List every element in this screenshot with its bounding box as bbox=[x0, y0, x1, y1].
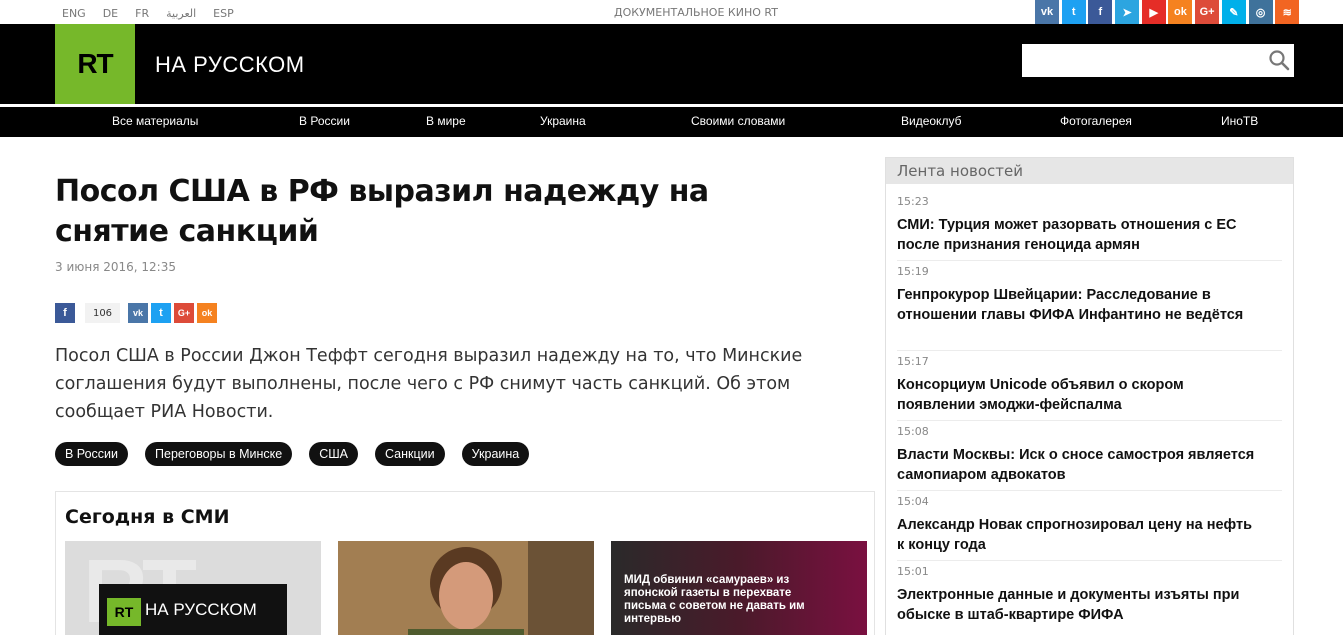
media-card-2[interactable] bbox=[338, 541, 594, 635]
nav-own-words[interactable]: Своими словами bbox=[691, 114, 785, 128]
news-feed-title: Лента новостей bbox=[897, 162, 1023, 180]
tag-russia[interactable]: В России bbox=[55, 442, 129, 466]
google-plus-icon[interactable]: G+ bbox=[1195, 0, 1220, 24]
article-title: Посол США в РФ выразил надежду на снятие… bbox=[55, 174, 709, 249]
share-count: 106 bbox=[85, 303, 120, 323]
documentary-link[interactable]: ДОКУМЕНТАЛЬНОЕ КИНО RT bbox=[614, 6, 778, 19]
search-input[interactable] bbox=[1022, 44, 1294, 77]
livejournal-icon[interactable]: ✎ bbox=[1221, 0, 1246, 24]
news-divider bbox=[897, 260, 1282, 261]
top-bar: ENG DE FR العربية ESP ДОКУМЕНТАЛЬНОЕ КИН… bbox=[0, 0, 1343, 24]
lang-esp[interactable]: ESP bbox=[213, 7, 234, 20]
lang-de[interactable]: DE bbox=[103, 7, 118, 20]
article-lead: Посол США в России Джон Теффт сегодня вы… bbox=[55, 346, 803, 422]
media-card-3-text: МИД обвинил «самураев» из японской газет… bbox=[624, 574, 805, 625]
nav-inotv[interactable]: ИноТВ bbox=[1221, 114, 1258, 128]
site-name[interactable]: НА РУССКОМ bbox=[155, 52, 305, 78]
twitter-icon[interactable]: t bbox=[1061, 0, 1086, 24]
lang-eng[interactable]: ENG bbox=[62, 7, 86, 20]
tag-list: В России Переговоры в Минске США Санкции… bbox=[55, 442, 546, 466]
telegram-icon[interactable]: ➤ bbox=[1115, 0, 1140, 24]
today-in-media-block: Сегодня в СМИ RT RT НА РУССКОМ МИД обвин… bbox=[55, 491, 875, 635]
lang-fr[interactable]: FR bbox=[135, 7, 149, 20]
facebook-icon[interactable]: f bbox=[1088, 0, 1113, 24]
tag-minsk-talks[interactable]: Переговоры в Минске bbox=[145, 442, 293, 466]
nav-videoclub[interactable]: Видеоклуб bbox=[901, 114, 961, 128]
news-time: 15:17 bbox=[897, 355, 929, 368]
news-divider bbox=[897, 420, 1282, 421]
lang-ar[interactable]: العربية bbox=[166, 7, 196, 20]
article-date: 3 июня 2016, 12:35 bbox=[55, 260, 176, 274]
search-icon[interactable] bbox=[1268, 49, 1290, 71]
facebook-share-icon[interactable]: f bbox=[55, 303, 75, 323]
news-time: 15:19 bbox=[897, 265, 929, 278]
instagram-icon[interactable]: ◎ bbox=[1248, 0, 1273, 24]
social-links: vk t f ➤ ▶ ok G+ ✎ ◎ ≋ bbox=[1035, 0, 1302, 24]
tag-ukraine[interactable]: Украина bbox=[461, 442, 530, 466]
news-divider bbox=[897, 490, 1282, 491]
logo-text: RT bbox=[77, 48, 113, 79]
news-time: 15:04 bbox=[897, 495, 929, 508]
nav-photogallery[interactable]: Фотогалерея bbox=[1060, 114, 1132, 128]
youtube-icon[interactable]: ▶ bbox=[1141, 0, 1166, 24]
rt-logo-small: RT bbox=[107, 598, 141, 626]
news-divider bbox=[897, 560, 1282, 561]
media-card-3[interactable]: МИД обвинил «самураев» из японской газет… bbox=[611, 541, 867, 635]
news-headline[interactable]: СМИ: Турция может разорвать отношения с … bbox=[897, 215, 1257, 255]
rt-logo[interactable]: RT bbox=[55, 24, 135, 104]
share-bar: f 106 vk t G+ ok bbox=[55, 302, 220, 324]
person-photo bbox=[338, 541, 594, 635]
news-feed-header: Лента новостей bbox=[886, 158, 1293, 184]
news-headline[interactable]: Генпрокурор Швейцарии: Расследование в о… bbox=[897, 285, 1257, 325]
main-nav: Все материалы В России В мире Украина Св… bbox=[0, 107, 1343, 137]
google-plus-share-icon[interactable]: G+ bbox=[174, 303, 194, 323]
tag-sanctions[interactable]: Санкции bbox=[375, 442, 445, 466]
news-time: 15:08 bbox=[897, 425, 929, 438]
vk-share-icon[interactable]: vk bbox=[128, 303, 148, 323]
nav-russia[interactable]: В России bbox=[299, 114, 350, 128]
news-time: 15:23 bbox=[897, 195, 929, 208]
language-switcher: ENG DE FR العربية ESP bbox=[62, 7, 251, 20]
news-headline[interactable]: Консорциум Unicode объявил о скором появ… bbox=[897, 375, 1257, 415]
odnoklassniki-icon[interactable]: ok bbox=[1168, 0, 1193, 24]
rss-icon[interactable]: ≋ bbox=[1275, 0, 1300, 24]
vk-icon[interactable]: vk bbox=[1035, 0, 1059, 24]
nav-world[interactable]: В мире bbox=[426, 114, 466, 128]
rt-placeholder-logo: RT НА РУССКОМ bbox=[99, 584, 287, 635]
media-card-1[interactable]: RT RT НА РУССКОМ bbox=[65, 541, 321, 635]
rt-name-small: НА РУССКОМ bbox=[145, 600, 257, 619]
twitter-share-icon[interactable]: t bbox=[151, 303, 171, 323]
news-headline[interactable]: Электронные данные и документы изъяты пр… bbox=[897, 585, 1257, 625]
news-feed: Лента новостей 15:23 СМИ: Турция может р… bbox=[885, 157, 1294, 635]
tag-usa[interactable]: США bbox=[309, 442, 359, 466]
news-time: 15:01 bbox=[897, 565, 929, 578]
nav-ukraine[interactable]: Украина bbox=[540, 114, 586, 128]
today-in-media-title: Сегодня в СМИ bbox=[65, 506, 230, 528]
news-headline[interactable]: Власти Москвы: Иск о сносе самостроя явл… bbox=[897, 445, 1257, 485]
odnoklassniki-share-icon[interactable]: ok bbox=[197, 303, 217, 323]
news-headline[interactable]: Александр Новак спрогнозировал цену на н… bbox=[897, 515, 1257, 555]
nav-all-materials[interactable]: Все материалы bbox=[112, 114, 198, 128]
news-divider bbox=[897, 350, 1282, 351]
